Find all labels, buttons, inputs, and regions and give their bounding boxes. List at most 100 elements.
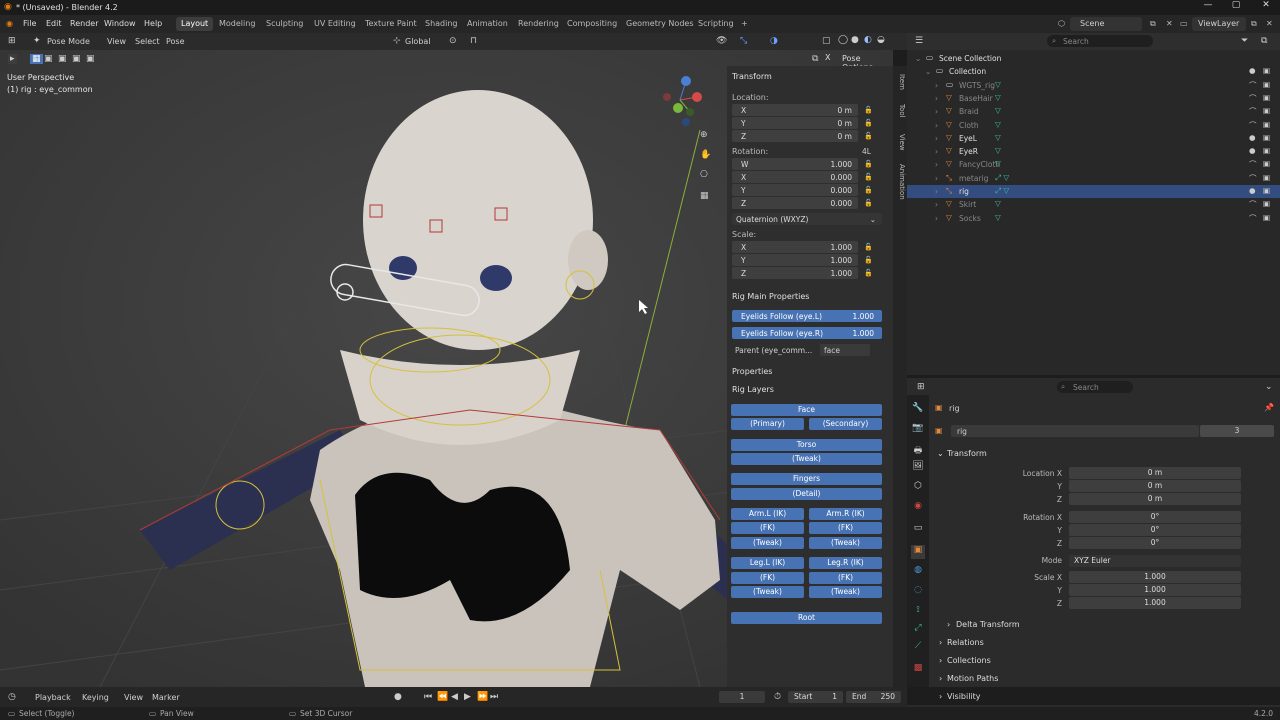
select-subtract-icon[interactable]: ▣ <box>58 54 67 64</box>
outliner-row[interactable]: ⌄ ▭ Collection ● ▣ <box>907 65 1280 78</box>
layer-arm-l-fk-button[interactable]: (FK) <box>731 522 804 534</box>
chevron-right-icon[interactable]: › <box>947 620 950 629</box>
layer-face-primary-button[interactable]: (Primary) <box>731 418 804 430</box>
prop-rotation-x-field[interactable]: 0° <box>1069 511 1241 523</box>
constraints-tab-icon[interactable]: ⟟ <box>911 605 925 619</box>
tab-item[interactable]: Item <box>894 74 906 90</box>
select-extend-icon[interactable]: ▣ <box>44 54 53 64</box>
rig-layers-header[interactable]: Rig Layers <box>732 385 774 394</box>
layer-leg-l-tweak-button[interactable]: (Tweak) <box>731 586 804 598</box>
transform-section-header[interactable]: Transform <box>947 449 987 458</box>
lock-icon[interactable]: 🔓 <box>864 119 873 127</box>
viewlayer-selector[interactable]: ViewLayer <box>1192 17 1246 31</box>
overlay-icon[interactable]: ◑ <box>770 36 778 46</box>
scene-selector[interactable]: Scene <box>1070 17 1142 31</box>
chevron-right-icon[interactable]: › <box>939 656 942 665</box>
hide-in-viewport-icon[interactable]: ⌒ <box>1249 80 1257 91</box>
layer-fingers-detail-button[interactable]: (Detail) <box>731 488 882 500</box>
layer-arm-r-fk-button[interactable]: (FK) <box>809 522 882 534</box>
chevron-right-icon[interactable]: › <box>939 638 942 647</box>
prop-rotation-mode-dropdown[interactable]: XYZ Euler <box>1069 555 1241 567</box>
new-scene-icon[interactable]: ⧉ <box>1150 19 1156 29</box>
menu-edit[interactable]: Edit <box>46 19 62 28</box>
tab-animation[interactable]: Animation <box>462 17 513 31</box>
blender-menu-icon[interactable]: ◉ <box>6 19 13 28</box>
delta-transform-section[interactable]: Delta Transform <box>956 620 1020 629</box>
shading-render-icon[interactable]: ◒ <box>877 35 885 45</box>
jump-end-icon[interactable]: ⏭ <box>490 692 498 702</box>
pose-options-icon[interactable]: ⧉ <box>812 54 818 64</box>
render-visibility-icon[interactable]: ▣ <box>1263 80 1270 89</box>
render-tab-icon[interactable]: 📷 <box>911 423 925 437</box>
prop-rotation-y-field[interactable]: 0° <box>1069 524 1241 536</box>
layer-leg-r-fk-button[interactable]: (FK) <box>809 572 882 584</box>
menu-render[interactable]: Render <box>70 19 98 28</box>
visibility-icon[interactable]: 👁 <box>716 36 727 46</box>
tab-tool[interactable]: Tool <box>894 104 906 118</box>
stopwatch-icon[interactable]: ⏱ <box>774 692 781 702</box>
hide-in-viewport-icon[interactable]: ⌒ <box>1249 213 1257 224</box>
select-box-icon[interactable]: ▦ <box>30 54 43 64</box>
prop-scale-x-field[interactable]: 1.000 <box>1069 571 1241 583</box>
layer-leg-l-ik-button[interactable]: Leg.L (IK) <box>731 557 804 569</box>
render-visibility-icon[interactable]: ▣ <box>1263 106 1270 115</box>
outliner-editor-type-icon[interactable]: ☰ <box>915 36 923 46</box>
lock-icon[interactable]: 🔓 <box>864 199 873 207</box>
gizmo-icon[interactable]: ⤡ <box>740 36 747 46</box>
timeline-editor-icon[interactable]: ◷ <box>8 692 16 702</box>
keying-menu[interactable]: Keying <box>82 693 109 702</box>
chevron-right-icon[interactable]: › <box>935 187 938 196</box>
maximize-button[interactable]: ▢ <box>1222 0 1250 15</box>
menu-view[interactable]: View <box>107 37 126 46</box>
layer-torso-tweak-button[interactable]: (Tweak) <box>731 453 882 465</box>
tab-shading[interactable]: Shading <box>420 17 463 31</box>
render-visibility-icon[interactable]: ▣ <box>1263 173 1270 182</box>
render-visibility-icon[interactable]: ▣ <box>1263 159 1270 168</box>
shading-wire-icon[interactable]: ◯ <box>838 35 848 45</box>
lock-icon[interactable]: 🔓 <box>864 256 873 264</box>
lock-icon[interactable]: 🔓 <box>864 160 873 168</box>
layer-face-secondary-button[interactable]: (Secondary) <box>809 418 882 430</box>
tab-layout[interactable]: Layout <box>176 17 214 31</box>
shading-material-icon[interactable]: ◐ <box>864 35 872 45</box>
tab-rendering[interactable]: Rendering <box>513 17 564 31</box>
outliner-row[interactable]: › ▭ WGTS_rig ▽ ⌒ ▣ <box>907 79 1280 92</box>
eyelids-follow-l-slider[interactable]: Eyelids Follow (eye.L) 1.000 <box>732 310 882 322</box>
hide-in-viewport-icon[interactable]: ⌒ <box>1249 120 1257 131</box>
view-layer-tab-icon[interactable]: 🖼 <box>911 461 925 475</box>
layer-face-button[interactable]: Face <box>731 404 882 416</box>
shading-solid-icon[interactable]: ● <box>851 35 859 45</box>
layer-arm-r-ik-button[interactable]: Arm.R (IK) <box>809 508 882 520</box>
datablock-icon[interactable]: ▣ <box>935 426 943 435</box>
pin-icon[interactable]: 📌 <box>1264 403 1274 412</box>
layer-torso-button[interactable]: Torso <box>731 439 882 451</box>
hide-in-viewport-icon[interactable]: ⌒ <box>1249 106 1257 117</box>
bone-tab-icon[interactable]: ⟋ <box>911 641 925 655</box>
world-tab-icon[interactable]: ◉ <box>911 501 925 515</box>
tab-uv-editing[interactable]: UV Editing <box>309 17 361 31</box>
hide-in-viewport-icon[interactable]: ● <box>1249 133 1256 142</box>
chevron-right-icon[interactable]: › <box>935 214 938 223</box>
render-visibility-icon[interactable]: ▣ <box>1263 133 1270 142</box>
render-visibility-icon[interactable]: ▣ <box>1263 93 1270 102</box>
playback-menu[interactable]: Playback <box>35 693 71 702</box>
prop-location-y-field[interactable]: 0 m <box>1069 480 1241 492</box>
hide-in-viewport-icon[interactable]: ⌒ <box>1249 93 1257 104</box>
new-collection-icon[interactable]: ⧉ <box>1261 36 1267 46</box>
outliner-row[interactable]: › ▽ Braid ▽ ⌒ ▣ <box>907 105 1280 118</box>
collections-section[interactable]: Collections <box>947 656 991 665</box>
layer-arm-l-ik-button[interactable]: Arm.L (IK) <box>731 508 804 520</box>
rotation-z-field[interactable]: Z 0.000 <box>732 197 858 209</box>
properties-panel-header[interactable]: Properties <box>732 367 772 376</box>
outliner-row[interactable]: › ▽ Cloth ▽ ⌒ ▣ <box>907 119 1280 132</box>
chevron-right-icon[interactable]: › <box>935 134 938 143</box>
menu-pose[interactable]: Pose <box>166 37 185 46</box>
xray-icon[interactable]: ▢ <box>822 36 831 46</box>
auto-key-icon[interactable]: ● <box>394 692 402 702</box>
add-workspace-button[interactable]: + <box>736 17 753 31</box>
outliner-row[interactable]: › ▽ EyeL ▽ ● ▣ <box>907 132 1280 145</box>
marker-menu[interactable]: Marker <box>152 693 180 702</box>
visibility-section[interactable]: Visibility <box>947 692 981 701</box>
hide-in-viewport-icon[interactable]: ● <box>1249 146 1256 155</box>
delete-scene-icon[interactable]: ✕ <box>1166 19 1173 28</box>
